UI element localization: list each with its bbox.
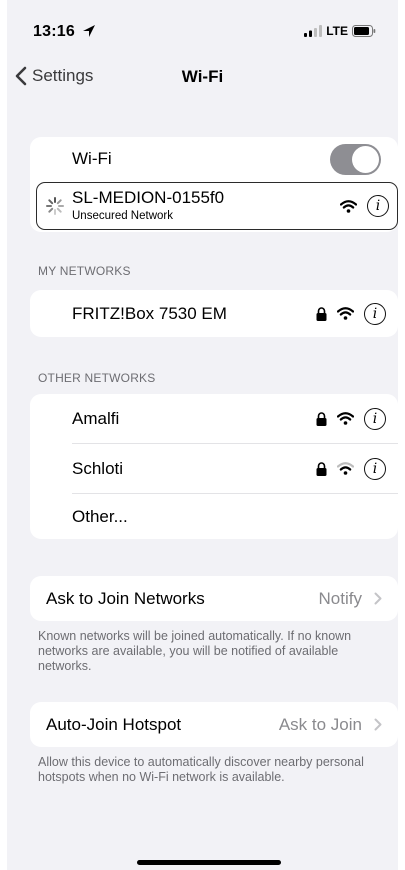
wifi-toggle-row: Wi-Fi bbox=[30, 137, 398, 181]
cellular-signal-icon bbox=[304, 25, 323, 37]
network-type: LTE bbox=[326, 24, 348, 38]
info-icon[interactable]: i bbox=[364, 457, 386, 480]
other-networks-card: Amalfi i Schloti i Other... bbox=[30, 394, 398, 539]
auto-join-label: Auto-Join Hotspot bbox=[46, 714, 182, 734]
wifi-signal-icon bbox=[337, 412, 354, 425]
connected-network-subtitle: Unsecured Network bbox=[72, 210, 173, 222]
network-icons: i bbox=[316, 407, 386, 430]
wifi-signal-icon bbox=[337, 307, 354, 320]
toggle-knob bbox=[352, 146, 379, 173]
ask-to-join-card: Ask to Join Networks Notify bbox=[30, 576, 398, 621]
my-networks-card: FRITZ!Box 7530 EM i bbox=[30, 290, 398, 337]
status-indicators: LTE bbox=[304, 24, 376, 38]
home-indicator bbox=[137, 860, 281, 865]
network-row[interactable]: FRITZ!Box 7530 EM i bbox=[30, 290, 398, 337]
auto-join-card: Auto-Join Hotspot Ask to Join bbox=[30, 702, 398, 747]
connected-network-row[interactable]: SL-MEDION-0155f0 Unsecured Network i bbox=[36, 182, 398, 230]
location-arrow-icon bbox=[83, 25, 95, 37]
page-title: Wi-Fi bbox=[181, 67, 224, 86]
loading-spinner-icon bbox=[46, 197, 64, 215]
ask-to-join-row[interactable]: Ask to Join Networks Notify bbox=[30, 576, 398, 621]
info-icon[interactable]: i bbox=[364, 407, 386, 430]
other-network-label: Other... bbox=[72, 506, 128, 526]
my-networks-header: MY NETWORKS bbox=[38, 264, 131, 278]
auto-join-footer: Allow this device to automatically disco… bbox=[38, 755, 364, 784]
screen: 13:16 LTE Settings Wi-Fi Wi-Fi SL-MEDION… bbox=[7, 0, 398, 870]
auto-join-value: Ask to Join bbox=[278, 714, 362, 734]
lock-icon bbox=[316, 306, 327, 321]
ask-to-join-value: Notify bbox=[318, 588, 362, 608]
chevron-right-icon bbox=[374, 592, 382, 605]
other-network-row[interactable]: Other... bbox=[30, 494, 398, 539]
auto-join-row[interactable]: Auto-Join Hotspot Ask to Join bbox=[30, 702, 398, 747]
network-name: Amalfi bbox=[72, 408, 120, 428]
network-name: FRITZ!Box 7530 EM bbox=[72, 303, 227, 323]
network-row[interactable]: Schloti i bbox=[30, 444, 398, 493]
other-networks-header: OTHER NETWORKS bbox=[38, 371, 156, 385]
wifi-weak-signal-icon bbox=[337, 462, 354, 475]
wifi-toggle[interactable] bbox=[330, 144, 381, 175]
info-icon[interactable]: i bbox=[364, 302, 386, 325]
lock-icon bbox=[316, 461, 327, 476]
connected-network-name: SL-MEDION-0155f0 bbox=[72, 188, 225, 207]
wifi-signal-icon bbox=[340, 199, 357, 213]
ask-to-join-label: Ask to Join Networks bbox=[46, 588, 205, 608]
lock-icon bbox=[316, 411, 327, 426]
network-name: Schloti bbox=[72, 458, 124, 478]
network-row[interactable]: Amalfi i bbox=[30, 394, 398, 443]
info-icon[interactable]: i bbox=[367, 195, 389, 217]
ask-to-join-footer: Known networks will be joined automatica… bbox=[38, 629, 352, 673]
status-time: 13:16 bbox=[33, 23, 75, 40]
battery-icon bbox=[352, 25, 376, 37]
wifi-card: Wi-Fi SL-MEDION-0155f0 Unsecured Network bbox=[30, 137, 398, 232]
wifi-label: Wi-Fi bbox=[72, 149, 112, 168]
network-icons: i bbox=[316, 302, 386, 325]
network-icons: i bbox=[316, 457, 386, 480]
connected-network-icons: i bbox=[340, 195, 389, 217]
chevron-right-icon bbox=[374, 718, 382, 731]
